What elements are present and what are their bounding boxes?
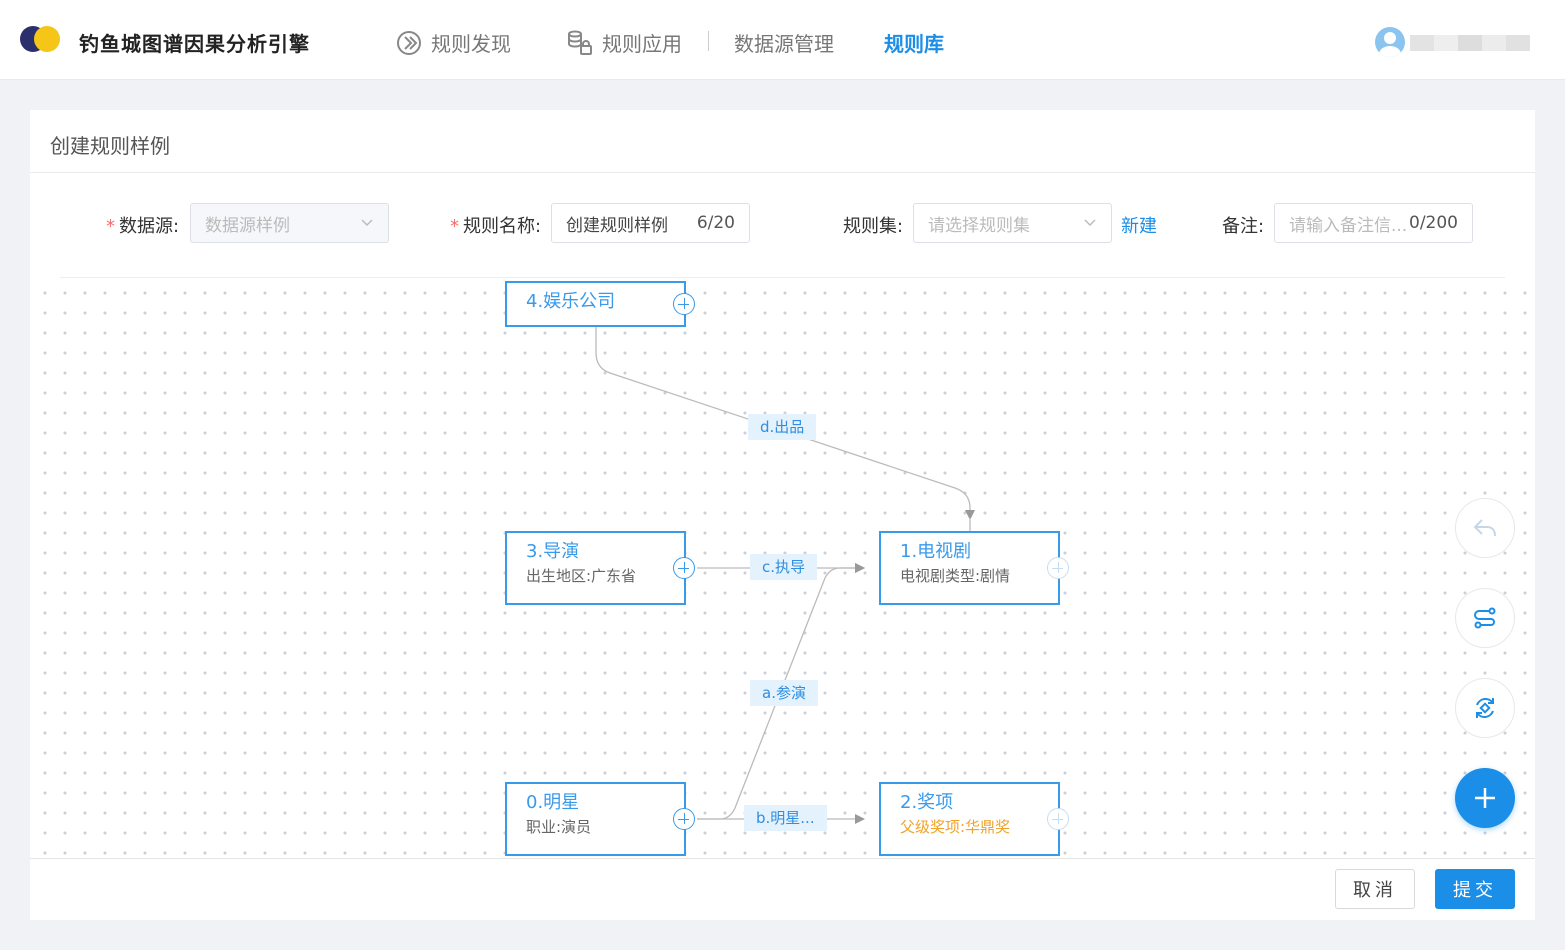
nav-rule-apply[interactable]: 规则应用 (566, 28, 682, 57)
undo-button[interactable] (1455, 498, 1515, 558)
rule-name-label: * 规则名称: (450, 216, 542, 237)
nav-divider (708, 31, 709, 51)
edge-label-c[interactable]: c.执导 (750, 554, 818, 580)
route-button[interactable] (1455, 588, 1515, 648)
note-input[interactable]: 请输入备注信... 0/200 (1274, 203, 1473, 243)
rule-name-value: 创建规则样例 (566, 215, 668, 236)
undo-icon (1474, 519, 1496, 537)
graph-node-award[interactable]: 2.奖项 父级奖项:华鼎奖 (879, 782, 1069, 856)
nav-datasource-manage[interactable]: 数据源管理 (734, 28, 834, 57)
add-edge-icon[interactable] (1047, 557, 1069, 579)
graph-canvas[interactable]: 4.娱乐公司 3.导演 出生地区:广东省 1.电视剧 电视剧类型:剧情 0.明星… (30, 278, 1535, 858)
page-title: 创建规则样例 (50, 134, 170, 158)
graph-node-star[interactable]: 0.明星 职业:演员 (505, 782, 695, 856)
title-divider (30, 172, 1535, 173)
note-counter: 0/200 (1409, 213, 1458, 233)
rule-name-counter: 6/20 (696, 213, 735, 233)
nav-rule-library-label: 规则库 (884, 32, 944, 56)
rule-name-input[interactable]: 创建规则样例 6/20 (551, 203, 750, 243)
edge-label-b[interactable]: b.明星... (744, 805, 827, 831)
footer-divider (30, 858, 1535, 859)
user-avatar-icon[interactable] (1375, 27, 1405, 57)
cancel-button[interactable]: 取消 (1335, 869, 1415, 909)
datasource-select[interactable]: 数据源样例 (190, 203, 389, 243)
app-title: 钓鱼城图谱因果分析引擎 (79, 32, 310, 56)
datasource-label: * 数据源: (106, 216, 180, 237)
rule-apply-icon (568, 30, 592, 55)
rule-discover-icon (397, 30, 421, 55)
route-icon (1474, 607, 1496, 629)
add-edge-icon[interactable] (673, 293, 695, 315)
rule-editor-card: 创建规则样例 * 数据源: 数据源样例 * 规则名称: 创建规则样例 6/20 规则… (30, 110, 1535, 920)
node-title: 1.电视剧 (900, 541, 972, 562)
nav-datasource-manage-label: 数据源管理 (734, 32, 834, 56)
edge-label-d[interactable]: d.出品 (748, 414, 817, 440)
chevron-down-icon (1084, 219, 1096, 227)
rule-set-select[interactable]: 请选择规则集 (913, 203, 1112, 243)
refresh-layout-icon (1476, 698, 1494, 718)
auto-layout-button[interactable] (1455, 678, 1515, 738)
graph-node-director[interactable]: 3.导演 出生地区:广东省 (505, 531, 695, 605)
datasource-value: 数据源样例 (205, 215, 290, 236)
rule-set-placeholder: 请选择规则集 (928, 215, 1030, 236)
add-edge-icon[interactable] (673, 557, 695, 579)
node-attribute: 父级奖项:华鼎奖 (900, 818, 1011, 836)
new-rule-set-link[interactable]: 新建 (1121, 212, 1157, 238)
add-edge-icon[interactable] (1047, 808, 1069, 830)
user-name[interactable] (1410, 35, 1530, 51)
note-label: 备注: (1222, 216, 1265, 237)
add-icon (1475, 788, 1495, 808)
node-attribute: 电视剧类型:剧情 (900, 567, 1011, 585)
submit-button[interactable]: 提交 (1435, 869, 1515, 909)
note-placeholder: 请输入备注信... (1289, 215, 1408, 236)
add-edge-icon[interactable] (673, 808, 695, 830)
nav-rule-discover-label: 规则发现 (431, 32, 511, 56)
edge-label-a[interactable]: a.参演 (750, 680, 818, 706)
node-attribute: 职业:演员 (526, 818, 592, 836)
nav-rule-discover[interactable]: 规则发现 (395, 28, 511, 57)
nav-rule-library[interactable]: 规则库 (884, 28, 944, 57)
graph-node-entertainment-company[interactable]: 4.娱乐公司 (505, 281, 695, 327)
top-navbar: 钓鱼城图谱因果分析引擎 规则发现 规则应用 数据源管理 规则库 (0, 0, 1565, 80)
node-title: 2.奖项 (900, 792, 954, 813)
chevron-down-icon (361, 219, 373, 227)
rule-set-label: 规则集: (843, 216, 904, 237)
graph-node-tv-drama[interactable]: 1.电视剧 电视剧类型:剧情 (879, 531, 1069, 605)
node-title: 4.娱乐公司 (526, 291, 616, 312)
app-logo[interactable] (20, 23, 60, 56)
add-node-button[interactable] (1455, 768, 1515, 828)
nav-rule-apply-label: 规则应用 (602, 32, 682, 56)
required-mark: * (450, 216, 459, 237)
node-title: 0.明星 (526, 792, 580, 813)
node-attribute: 出生地区:广东省 (526, 567, 637, 585)
required-mark: * (106, 216, 115, 237)
node-title: 3.导演 (526, 541, 580, 562)
